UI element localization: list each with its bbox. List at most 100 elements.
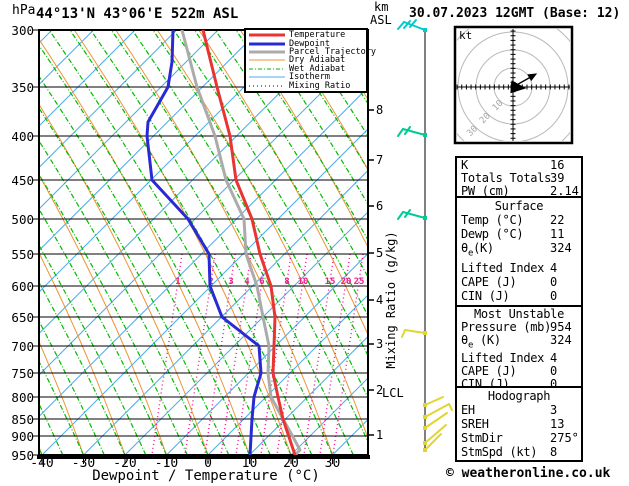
stats-label: Temp (°C) — [461, 212, 524, 227]
svg-text:6: 6 — [259, 277, 264, 287]
stats-row: SREH 13 — [457, 416, 581, 431]
legend-item: Temperature — [248, 31, 364, 39]
stats-value: 324 — [550, 241, 572, 256]
pressure-tick-label: 350 — [11, 80, 34, 95]
pressure-tick-label: 850 — [11, 412, 34, 427]
stats-row: StmSpd (kt) 8 — [457, 444, 581, 459]
pressure-tick-label: 750 — [11, 366, 34, 381]
stats-row: θe (K) 324 — [457, 334, 581, 352]
pressure-tick-label: 900 — [11, 429, 34, 444]
stats-label: Dewp (°C) — [461, 227, 524, 242]
stats-label: EH — [461, 402, 475, 417]
svg-text:3: 3 — [228, 277, 233, 287]
pressure-axis-unit: hPa — [12, 3, 36, 18]
stats-label: Pressure (mb) — [461, 320, 552, 334]
stats-label: K — [461, 158, 468, 172]
svg-text:20: 20 — [341, 277, 352, 287]
altitude-axis-unit: km — [374, 0, 389, 14]
stats-box-title: Hodograph — [487, 388, 551, 403]
wind-barb — [448, 403, 453, 411]
wind-barb — [397, 211, 404, 220]
legend-label: Mixing Ratio — [289, 80, 351, 91]
sounding-curves — [145, 30, 302, 455]
stats-value: 4 — [550, 260, 558, 275]
wind-barb — [424, 396, 444, 406]
stats-label: Lifted Index — [461, 260, 545, 275]
legend-label: Temperature — [289, 30, 346, 41]
legend-swatch-line — [249, 42, 285, 46]
svg-text:1: 1 — [175, 277, 180, 287]
pressure-tick-label: 800 — [11, 390, 34, 405]
svg-text:15: 15 — [325, 277, 336, 287]
run-date: 30.07.2023 12GMT (Base: 12) — [409, 6, 621, 21]
svg-text:8: 8 — [284, 277, 289, 287]
km-tick-label: 3 — [376, 337, 384, 351]
stats-label: Lifted Index — [461, 351, 545, 366]
pressure-tick-label: 300 — [11, 23, 34, 38]
stats-value: 11 — [550, 227, 565, 242]
mixing-ratio-axis-label: Mixing Ratio (g/kg) — [384, 231, 398, 369]
stats-label: CAPE (J) — [461, 275, 517, 290]
pressure-tick-label: 550 — [11, 247, 34, 262]
chart-legend: Temperature Dewpoint Parcel Trajectory Dry … — [244, 28, 376, 93]
stats-value: 324 — [550, 333, 572, 347]
stats-row: Temp (°C) 22 — [457, 212, 581, 227]
stats-row: CAPE (J) 0 — [457, 276, 581, 289]
hodograph-vector-arrow — [510, 80, 527, 94]
km-tick-label: 1 — [376, 428, 384, 442]
stats-row: Lifted Index 4 — [457, 260, 581, 275]
legend-swatch-line — [249, 68, 285, 70]
stats-box-most-unstable: Most Unstable Pressure (mb) 954 θe (K) 324 Li… — [455, 305, 583, 391]
pressure-tick-label: 400 — [11, 129, 34, 144]
pressure-tick-label: 700 — [11, 339, 34, 354]
x-axis-label: Dewpoint / Temperature (°C) — [92, 468, 320, 484]
stats-row: Dewp (°C) 11 — [457, 228, 581, 241]
legend-swatch-line — [249, 76, 285, 78]
wind-barb-column — [397, 19, 453, 452]
legend-item: Mixing Ratio — [248, 80, 364, 91]
wind-barb — [404, 329, 426, 334]
stats-label: StmSpd (kt) — [461, 444, 538, 459]
pressure-tick-label: 600 — [11, 279, 34, 294]
legend-swatch-line — [249, 59, 285, 61]
km-tick-label: 8 — [376, 103, 384, 117]
stats-value: 13 — [550, 416, 565, 431]
stats-label: StmDir — [461, 430, 503, 445]
km-tick-label: 4 — [376, 293, 384, 307]
stats-row: EH 3 — [457, 402, 581, 417]
stats-label: θe(K) — [461, 241, 494, 259]
km-tick-label: 6 — [376, 199, 384, 213]
altitude-axis-ref: ASL — [370, 13, 392, 27]
stats-label: CAPE (J) — [461, 364, 517, 379]
legend-swatch-line — [249, 33, 285, 37]
stats-value: 0 — [550, 289, 558, 304]
stats-value: 22 — [550, 212, 565, 227]
wind-barb — [401, 329, 406, 338]
pressure-tick-label: 650 — [11, 310, 34, 325]
stats-value: 0 — [550, 275, 558, 290]
stats-value: 275° — [550, 430, 579, 445]
stats-row: CIN (J) 0 — [457, 290, 581, 303]
stats-box-indices: K 16 Totals Totals 39 PW (cm) 2.14 — [455, 156, 583, 198]
pressure-tick-label: 500 — [11, 212, 34, 227]
stats-row: θe(K) 324 — [457, 242, 581, 260]
pressure-tick-label: 450 — [11, 173, 34, 188]
station-title: 44°13'N 43°06'E 522m ASL — [36, 6, 239, 22]
stats-value: 3 — [550, 402, 558, 417]
lcl-label: LCL — [382, 386, 404, 400]
stats-label: θe (K) — [461, 333, 501, 351]
km-tick-label: 5 — [376, 246, 384, 260]
copyright: © weatheronline.co.uk — [446, 466, 611, 481]
skewt-sounding-page: { "header": { "pressure_unit": "hPa", "s… — [0, 0, 629, 486]
legend-swatch-line — [249, 84, 285, 87]
legend-swatch-line — [249, 50, 285, 54]
stats-label: CIN (J) — [461, 289, 510, 304]
svg-text:4: 4 — [244, 277, 250, 287]
stats-box-title: Surface — [494, 198, 544, 213]
stats-value: 8 — [550, 444, 558, 459]
stats-row: StmDir 275° — [457, 430, 581, 445]
hodograph-unit-label: kt — [459, 29, 473, 42]
km-tick-label: 7 — [376, 153, 384, 167]
stats-label: Totals Totals — [461, 171, 552, 185]
svg-text:25: 25 — [354, 277, 365, 287]
